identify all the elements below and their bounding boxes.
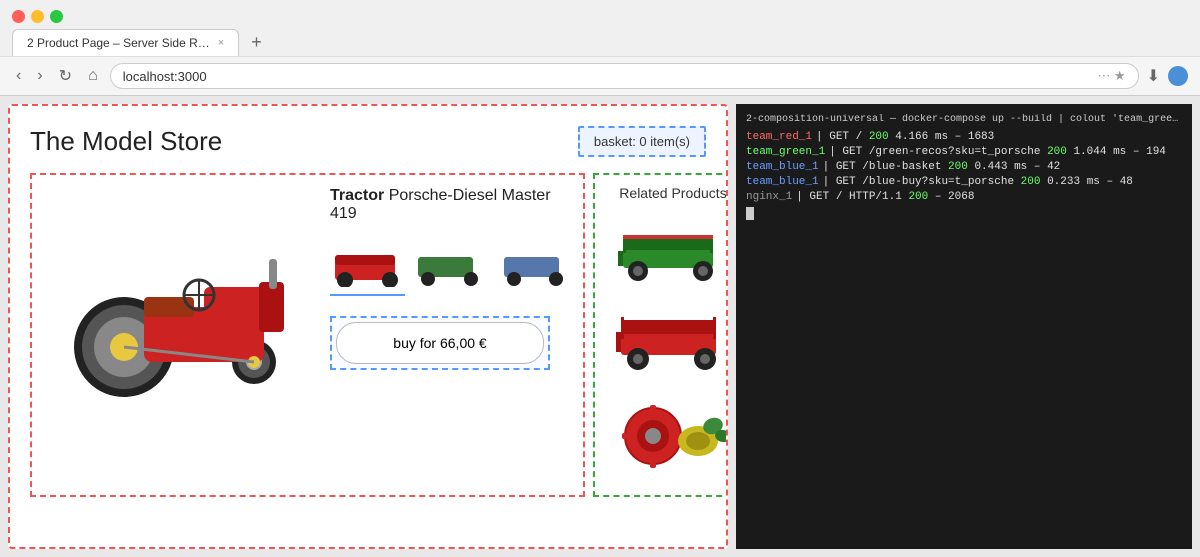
product-panel: Tractor Porsche-Diesel Master 419 [30, 173, 585, 497]
product-details: Tractor Porsche-Diesel Master 419 [330, 187, 571, 402]
terminal-team-1: team_red_1 [746, 131, 812, 143]
terminal-msg-2: | GET /green-recos?sku=t_porsche 200 1.0… [829, 146, 1166, 158]
terminal-line-1: team_red_1 | GET / 200 4.166 ms – 1683 [746, 131, 1182, 143]
terminal-panel: 2-composition-universal — docker-compose… [736, 104, 1192, 549]
related-item-1[interactable] [605, 213, 728, 288]
product-section: Tractor Porsche-Diesel Master 419 [30, 173, 706, 497]
terminal-msg-5: | GET / HTTP/1.1 200 – 2068 [796, 191, 974, 203]
home-btn[interactable]: ⌂ [84, 65, 102, 87]
buy-button-wrapper: buy for 66,00 € [330, 316, 550, 370]
terminal-line-5: nginx_1 | GET / HTTP/1.1 200 – 2068 [746, 191, 1182, 203]
store-title: The Model Store [30, 126, 222, 157]
related-item-3[interactable] [605, 391, 728, 471]
store-header: The Model Store basket: 0 item(s) [30, 126, 706, 157]
reload-btn[interactable]: ↻ [55, 64, 76, 88]
new-tab-btn[interactable]: + [247, 32, 266, 53]
product-content: Tractor Porsche-Diesel Master 419 [44, 187, 571, 402]
profile-icon [1168, 66, 1188, 86]
basket-button[interactable]: basket: 0 item(s) [578, 126, 706, 157]
related-products-panel: Related Products [593, 173, 728, 497]
terminal-team-4: team_blue_1 [746, 176, 819, 188]
product-title-bold: Tractor [330, 187, 384, 204]
traffic-light-green[interactable] [50, 10, 63, 23]
url-bar[interactable]: localhost:3000 ⋯ ★ [110, 63, 1139, 89]
browser-chrome: 2 Product Page – Server Side R… × + ‹ › … [0, 0, 1200, 96]
terminal-msg-4: | GET /blue-buy?sku=t_porsche 200 0.233 … [823, 176, 1133, 188]
variant-2[interactable] [413, 235, 488, 296]
active-tab[interactable]: 2 Product Page – Server Side R… × [12, 29, 239, 56]
related-products-title: Related Products [605, 185, 728, 201]
variant-1[interactable] [330, 235, 405, 296]
address-bar: ‹ › ↻ ⌂ localhost:3000 ⋯ ★ ⬇ [0, 56, 1200, 95]
terminal-line-4: team_blue_1 | GET /blue-buy?sku=t_porsch… [746, 176, 1182, 188]
forward-btn[interactable]: › [33, 65, 46, 87]
terminal-msg-1: | GET / 200 4.166 ms – 1683 [816, 131, 994, 143]
buy-button[interactable]: buy for 66,00 € [336, 322, 544, 364]
terminal-line-2: team_green_1 | GET /green-recos?sku=t_po… [746, 146, 1182, 158]
download-btn[interactable]: ⬇ [1147, 66, 1160, 86]
tab-title: 2 Product Page – Server Side R… [27, 36, 210, 50]
variant-3[interactable] [496, 235, 571, 296]
terminal-msg-3: | GET /blue-basket 200 0.443 ms – 42 [823, 161, 1061, 173]
product-variants [330, 235, 571, 296]
related-item-2[interactable] [605, 302, 728, 377]
tab-bar: 2 Product Page – Server Side R… × + [0, 29, 1200, 56]
traffic-lights [0, 0, 1200, 29]
tractor-svg [44, 187, 314, 397]
browser-content: The Model Store basket: 0 item(s) [8, 104, 728, 549]
terminal-team-2: team_green_1 [746, 146, 825, 158]
terminal-line-3: team_blue_1 | GET /blue-basket 200 0.443… [746, 161, 1182, 173]
product-title: Tractor Porsche-Diesel Master 419 [330, 187, 571, 223]
terminal-team-3: team_blue_1 [746, 161, 819, 173]
variant-1-underline [330, 294, 405, 296]
back-btn[interactable]: ‹ [12, 65, 25, 87]
tractor-image [44, 187, 314, 402]
url-text: localhost:3000 [123, 69, 1090, 84]
cursor-block [746, 207, 754, 220]
main-area: The Model Store basket: 0 item(s) [0, 96, 1200, 557]
traffic-light-red[interactable] [12, 10, 25, 23]
terminal-team-5: nginx_1 [746, 191, 792, 203]
terminal-cursor [746, 207, 1182, 224]
traffic-light-yellow[interactable] [31, 10, 44, 23]
terminal-header: 2-composition-universal — docker-compose… [746, 114, 1182, 125]
tab-close-btn[interactable]: × [218, 37, 224, 49]
url-icons: ⋯ ★ [1097, 68, 1125, 84]
